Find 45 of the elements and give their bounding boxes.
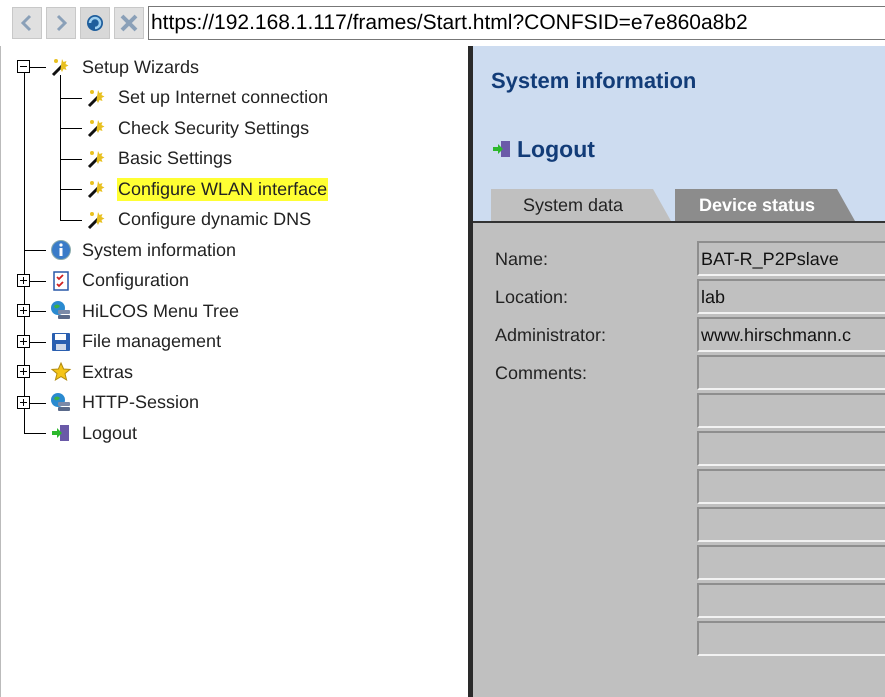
expand-toggle[interactable] — [17, 304, 30, 317]
tree-item[interactable]: Check Security Settings — [117, 116, 310, 140]
star-icon — [50, 361, 72, 384]
field-label: Comments: — [495, 362, 588, 385]
url-field[interactable]: https://192.168.1.117/frames/Start.html?CONFSID=e7e860a8b2 — [148, 6, 885, 40]
field-label: Location: — [495, 286, 570, 309]
field-label: Administrator: — [495, 324, 608, 347]
tree-item[interactable]: File management — [81, 330, 222, 354]
text-field[interactable] — [697, 431, 885, 466]
reload-button[interactable] — [80, 7, 110, 39]
logout-icon — [491, 138, 513, 160]
tree-item[interactable]: Configure WLAN interface — [117, 178, 328, 201]
tree-item[interactable]: Configuration — [81, 269, 190, 292]
text-field[interactable] — [697, 621, 885, 656]
page-title: System information — [491, 68, 698, 95]
tab[interactable]: System data — [491, 189, 671, 221]
collapse-toggle[interactable] — [17, 60, 30, 73]
tree-item[interactable]: System information — [81, 238, 238, 262]
globe-icon — [50, 392, 72, 414]
tree-item[interactable]: Setup Wizards — [81, 56, 200, 79]
logout-link[interactable]: Logout — [517, 136, 595, 162]
text-field[interactable]: www.hirschmann.c — [697, 317, 885, 352]
expand-toggle[interactable] — [17, 365, 30, 378]
expand-toggle[interactable] — [17, 396, 30, 408]
expand-toggle[interactable] — [17, 334, 30, 348]
text-field[interactable] — [697, 545, 885, 580]
refresh-icon — [85, 13, 105, 33]
close-icon — [119, 13, 139, 33]
text-field[interactable] — [697, 583, 885, 618]
expand-toggle[interactable] — [17, 274, 30, 286]
text-field[interactable]: BAT-R_P2Pslave — [697, 241, 885, 276]
tree-item[interactable]: Extras — [81, 360, 134, 384]
text-field[interactable] — [697, 355, 885, 390]
text-field[interactable] — [697, 393, 885, 428]
field-label: Name: — [495, 248, 550, 271]
tree-item[interactable]: HiLCOS Menu Tree — [81, 300, 240, 323]
text-field[interactable]: lab — [697, 279, 885, 314]
text-field[interactable] — [697, 507, 885, 542]
info-icon — [50, 239, 72, 262]
text-field[interactable] — [697, 469, 885, 504]
tree-item[interactable]: Logout — [81, 422, 138, 445]
tree-item[interactable]: Set up Internet connection — [117, 86, 330, 110]
tree-item[interactable]: Basic Settings — [117, 147, 234, 170]
tree-item[interactable]: HTTP-Session — [81, 391, 200, 414]
tree-item[interactable]: Configure dynamic DNS — [117, 208, 312, 232]
